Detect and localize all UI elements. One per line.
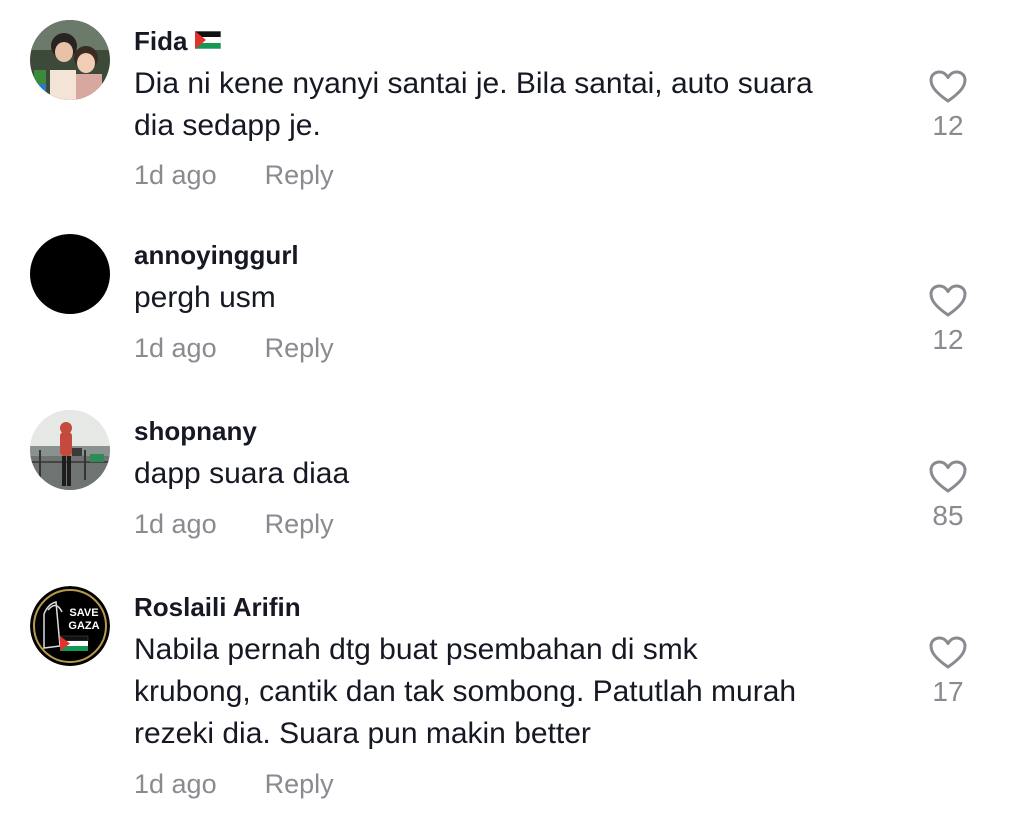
comment-timestamp: 1d ago [134,769,217,799]
svg-text:SAVE: SAVE [69,607,98,619]
comment-text: Nabila pernah dtg buat psembahan di smk … [134,629,894,755]
like-button[interactable]: 17 [918,636,978,708]
like-count: 17 [932,676,964,707]
svg-text:GAZA: GAZA [68,620,99,632]
comment-item: SAVE GAZA Roslaili Arifin Nabila pernah … [0,0,1022,814]
user-avatar[interactable]: SAVE GAZA [30,586,110,666]
comment-text-line: krubong, cantik dan tak sombong. Patutla… [134,675,797,708]
comment-meta: 1d ago Reply [134,768,334,800]
comment-username[interactable]: Roslaili Arifin [134,592,301,622]
comment-text-line: rezeki dia. Suara pun makin better [134,717,591,750]
comment-text-line: Nabila pernah dtg buat psembahan di smk [134,633,698,666]
reply-button[interactable]: Reply [265,769,334,799]
heart-outline-icon [929,636,967,669]
